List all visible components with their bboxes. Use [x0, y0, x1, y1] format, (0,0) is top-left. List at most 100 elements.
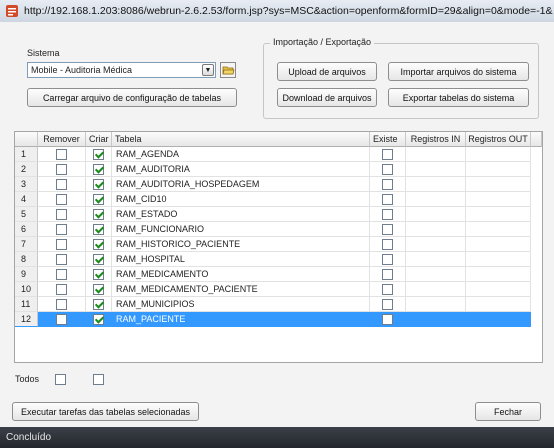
tabela-cell: RAM_AGENDA — [112, 147, 370, 162]
table-row[interactable]: 4 RAM_CID10 — [15, 192, 542, 207]
remover-checkbox[interactable] — [56, 314, 67, 325]
criar-cell — [86, 192, 112, 207]
registros-out-cell — [466, 177, 531, 192]
table-row[interactable]: 7 RAM_HISTORICO_PACIENTE — [15, 237, 542, 252]
table-row[interactable]: 1 RAM_AGENDA — [15, 147, 542, 162]
tabela-cell: RAM_MEDICAMENTO — [112, 267, 370, 282]
registros-out-cell — [466, 267, 531, 282]
table-row[interactable]: 2 RAM_AUDITORIA — [15, 162, 542, 177]
remover-checkbox[interactable] — [56, 149, 67, 160]
criar-checkbox[interactable] — [93, 164, 104, 175]
criar-checkbox[interactable] — [93, 224, 104, 235]
download-button[interactable]: Download de arquivos — [277, 88, 377, 107]
remover-checkbox[interactable] — [56, 299, 67, 310]
existe-cell — [370, 222, 406, 237]
row-number: 5 — [15, 207, 38, 222]
row-number: 3 — [15, 177, 38, 192]
remover-cell — [38, 252, 86, 267]
existe-checkbox — [382, 179, 393, 190]
existe-cell — [370, 267, 406, 282]
table-row[interactable]: 5 RAM_ESTADO — [15, 207, 542, 222]
existe-cell — [370, 282, 406, 297]
row-number: 8 — [15, 252, 38, 267]
sistema-select[interactable]: Mobile - Auditoria Médica ▼ — [27, 62, 216, 78]
remover-checkbox[interactable] — [56, 239, 67, 250]
todos-criar-checkbox[interactable] — [93, 374, 104, 385]
existe-checkbox — [382, 314, 393, 325]
col-remover[interactable]: Remover — [38, 132, 86, 147]
remover-cell — [38, 312, 86, 327]
remover-checkbox[interactable] — [56, 194, 67, 205]
table-row[interactable]: 10 RAM_MEDICAMENTO_PACIENTE — [15, 282, 542, 297]
registros-out-cell — [466, 162, 531, 177]
registros-in-cell — [406, 252, 466, 267]
criar-checkbox[interactable] — [93, 314, 104, 325]
criar-cell — [86, 147, 112, 162]
criar-checkbox[interactable] — [93, 239, 104, 250]
remover-checkbox[interactable] — [56, 209, 67, 220]
sistema-select-value: Mobile - Auditoria Médica — [31, 65, 133, 75]
existe-cell — [370, 252, 406, 267]
open-folder-icon[interactable] — [220, 62, 236, 78]
table-row[interactable]: 8 RAM_HOSPITAL — [15, 252, 542, 267]
registros-out-cell — [466, 222, 531, 237]
existe-cell — [370, 312, 406, 327]
remover-checkbox[interactable] — [56, 164, 67, 175]
criar-checkbox[interactable] — [93, 149, 104, 160]
row-number: 9 — [15, 267, 38, 282]
criar-checkbox[interactable] — [93, 194, 104, 205]
tabela-cell: RAM_MEDICAMENTO_PACIENTE — [112, 282, 370, 297]
criar-checkbox[interactable] — [93, 209, 104, 220]
tabela-cell: RAM_AUDITORIA — [112, 162, 370, 177]
criar-checkbox[interactable] — [93, 179, 104, 190]
import-button[interactable]: Importar arquivos do sistema — [388, 62, 529, 81]
existe-checkbox — [382, 239, 393, 250]
table-row[interactable]: 6 RAM_FUNCIONARIO — [15, 222, 542, 237]
remover-checkbox[interactable] — [56, 284, 67, 295]
col-tabela[interactable]: Tabela — [112, 132, 370, 147]
remover-cell — [38, 147, 86, 162]
criar-checkbox[interactable] — [93, 269, 104, 280]
close-button[interactable]: Fechar — [475, 402, 541, 421]
existe-cell — [370, 147, 406, 162]
criar-cell — [86, 267, 112, 282]
col-criar[interactable]: Criar — [86, 132, 112, 147]
browser-title-bar: http://192.168.1.203:8086/webrun-2.6.2.5… — [0, 0, 554, 23]
table-row[interactable]: 3 RAM_AUDITORIA_HOSPEDAGEM — [15, 177, 542, 192]
remover-checkbox[interactable] — [56, 269, 67, 280]
remover-cell — [38, 177, 86, 192]
registros-in-cell — [406, 312, 466, 327]
existe-checkbox — [382, 284, 393, 295]
existe-checkbox — [382, 299, 393, 310]
registros-out-cell — [466, 207, 531, 222]
criar-cell — [86, 282, 112, 297]
registros-out-cell — [466, 237, 531, 252]
col-registros-out[interactable]: Registros OUT — [466, 132, 531, 147]
remover-cell — [38, 267, 86, 282]
todos-remover-checkbox[interactable] — [55, 374, 66, 385]
table-row[interactable]: 12 RAM_PACIENTE — [15, 312, 542, 327]
export-button[interactable]: Exportar tabelas do sistema — [388, 88, 529, 107]
col-registros-in[interactable]: Registros IN — [406, 132, 466, 147]
chevron-down-icon[interactable]: ▼ — [202, 64, 214, 76]
grid-header-corner — [15, 132, 38, 147]
remover-checkbox[interactable] — [56, 224, 67, 235]
criar-checkbox[interactable] — [93, 254, 104, 265]
load-config-button[interactable]: Carregar arquivo de configuração de tabe… — [27, 88, 237, 107]
existe-checkbox — [382, 209, 393, 220]
criar-cell — [86, 312, 112, 327]
existe-cell — [370, 162, 406, 177]
table-row[interactable]: 9 RAM_MEDICAMENTO — [15, 267, 542, 282]
existe-checkbox — [382, 269, 393, 280]
remover-checkbox[interactable] — [56, 179, 67, 190]
criar-checkbox[interactable] — [93, 299, 104, 310]
upload-button[interactable]: Upload de arquivos — [277, 62, 377, 81]
table-row[interactable]: 11 RAM_MUNICIPIOS — [15, 297, 542, 312]
row-number: 11 — [15, 297, 38, 312]
registros-in-cell — [406, 222, 466, 237]
remover-checkbox[interactable] — [56, 254, 67, 265]
criar-checkbox[interactable] — [93, 284, 104, 295]
col-existe[interactable]: Existe — [370, 132, 406, 147]
execute-button[interactable]: Executar tarefas das tabelas selecionada… — [12, 402, 199, 421]
row-number: 10 — [15, 282, 38, 297]
